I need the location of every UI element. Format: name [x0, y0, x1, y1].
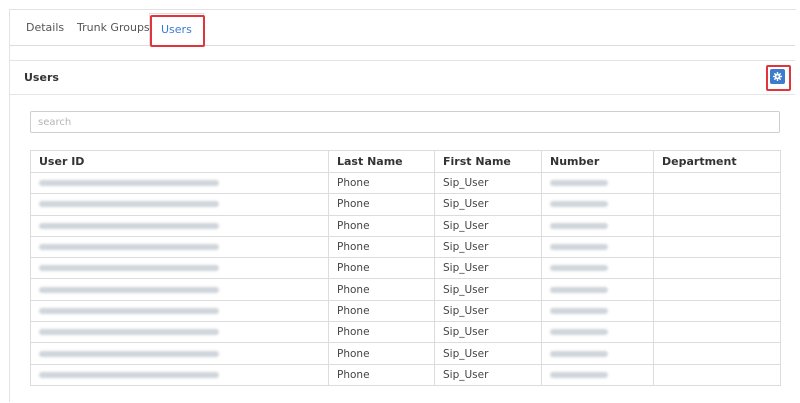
search-input[interactable] [30, 111, 780, 133]
cell-user-id [30, 278, 329, 301]
cell-user-id [30, 193, 329, 216]
redacted-user-id [39, 371, 219, 378]
table-row[interactable]: Phone Sip_User [30, 299, 781, 323]
cell-last-name: Phone [328, 321, 435, 344]
redacted-user-id [39, 286, 219, 293]
table-row[interactable]: Phone Sip_User [30, 363, 781, 386]
cell-last-name: Phone [328, 171, 435, 195]
redacted-user-id [39, 244, 219, 251]
redacted-number [550, 307, 608, 314]
cell-last-name: Phone [328, 257, 435, 280]
redacted-number [550, 350, 608, 357]
cell-last-name: Phone [328, 299, 435, 323]
table-row[interactable]: Phone Sip_User [30, 342, 781, 365]
cell-number [541, 299, 654, 323]
redacted-user-id [39, 265, 219, 272]
cell-user-id [30, 257, 329, 280]
cell-last-name: Phone [328, 278, 435, 301]
cell-number [541, 171, 654, 195]
redacted-number [550, 180, 608, 187]
redacted-user-id [39, 201, 219, 208]
cell-number [541, 278, 654, 301]
redacted-user-id [39, 180, 219, 187]
cell-department [653, 235, 781, 259]
cell-user-id [30, 171, 329, 195]
cell-last-name: Phone [328, 235, 435, 259]
column-header-number[interactable]: Number [541, 150, 654, 173]
redacted-user-id [39, 307, 219, 314]
cell-first-name: Sip_User [434, 342, 542, 365]
cell-last-name: Phone [328, 214, 435, 237]
cell-first-name: Sip_User [434, 278, 542, 301]
cell-first-name: Sip_User [434, 363, 542, 386]
cell-department [653, 257, 781, 280]
cell-department [653, 363, 781, 386]
redacted-number [550, 371, 608, 378]
table-row[interactable]: Phone Sip_User [30, 278, 781, 301]
cell-user-id [30, 342, 329, 365]
column-header-last-name[interactable]: Last Name [328, 150, 435, 173]
cell-department [653, 171, 781, 195]
highlight-box-users-tab [150, 15, 205, 47]
cell-user-id [30, 299, 329, 323]
redacted-user-id [39, 350, 219, 357]
cell-user-id [30, 214, 329, 237]
redacted-number [550, 244, 608, 251]
highlight-box-settings [766, 65, 791, 91]
tab-bar: Details Trunk Groups Users [10, 10, 795, 47]
table-row[interactable]: Phone Sip_User [30, 321, 781, 344]
redacted-number [550, 265, 608, 272]
redacted-user-id [39, 329, 219, 336]
cell-first-name: Sip_User [434, 235, 542, 259]
panel-title: Users [24, 71, 59, 84]
cell-department [653, 299, 781, 323]
users-table: User ID Last Name First Name Number Depa… [30, 150, 781, 386]
redacted-number [550, 222, 608, 229]
cell-user-id [30, 235, 329, 259]
cell-department [653, 214, 781, 237]
cell-first-name: Sip_User [434, 321, 542, 344]
cell-number [541, 193, 654, 216]
cell-user-id [30, 363, 329, 386]
cell-number [541, 257, 654, 280]
cell-first-name: Sip_User [434, 299, 542, 323]
tab-trunk-groups[interactable]: Trunk Groups [77, 10, 150, 45]
column-header-first-name[interactable]: First Name [434, 150, 542, 173]
column-header-user-id[interactable]: User ID [30, 150, 329, 173]
cell-department [653, 278, 781, 301]
redacted-number [550, 286, 608, 293]
cell-last-name: Phone [328, 342, 435, 365]
cell-department [653, 321, 781, 344]
cell-number [541, 321, 654, 344]
cell-number [541, 214, 654, 237]
cell-number [541, 235, 654, 259]
cell-first-name: Sip_User [434, 214, 542, 237]
table-row[interactable]: Phone Sip_User [30, 193, 781, 216]
cell-first-name: Sip_User [434, 193, 542, 216]
table-row[interactable]: Phone Sip_User [30, 257, 781, 280]
redacted-number [550, 201, 608, 208]
panel-header: Users [10, 61, 795, 95]
cell-department [653, 193, 781, 216]
cell-first-name: Sip_User [434, 257, 542, 280]
column-header-department[interactable]: Department [653, 150, 781, 173]
cell-last-name: Phone [328, 193, 435, 216]
tab-details[interactable]: Details [26, 10, 64, 45]
redacted-number [550, 329, 608, 336]
table-row[interactable]: Phone Sip_User [30, 214, 781, 237]
table-row[interactable]: Phone Sip_User [30, 235, 781, 259]
table-header-row: User ID Last Name First Name Number Depa… [30, 150, 781, 173]
cell-first-name: Sip_User [434, 171, 542, 195]
cell-number [541, 342, 654, 365]
table-row[interactable]: Phone Sip_User [30, 171, 781, 195]
cell-number [541, 363, 654, 386]
cell-user-id [30, 321, 329, 344]
redacted-user-id [39, 222, 219, 229]
cell-department [653, 342, 781, 365]
cell-last-name: Phone [328, 363, 435, 386]
